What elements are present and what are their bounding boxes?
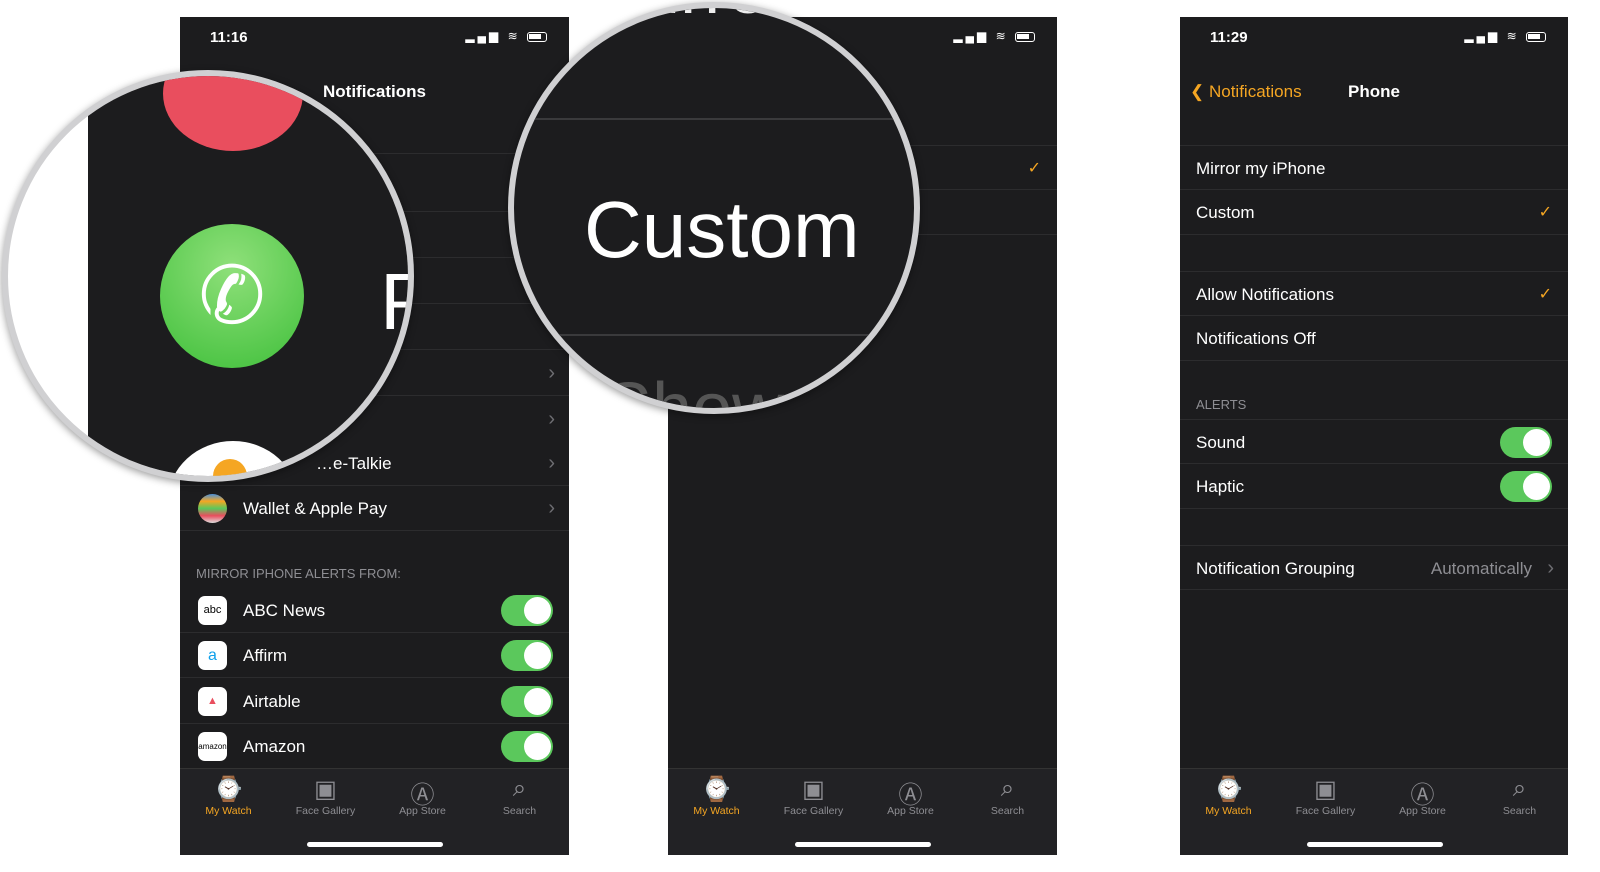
- magnified-show-text: Show: [604, 369, 785, 414]
- haptic-toggle[interactable]: [1500, 471, 1552, 502]
- walkie-talkie-label: …e-Talkie: [316, 454, 392, 473]
- page-title: Phone: [1348, 82, 1400, 101]
- watch-icon: ⌚: [213, 776, 244, 803]
- face-gallery-icon: ▣: [1314, 776, 1337, 803]
- haptic-row: Haptic: [1180, 464, 1568, 509]
- toggle[interactable]: [501, 686, 553, 717]
- phone-phone-screen: 11:29 ▂▄▆ ≋ ❮ Notifications Phone Mirror …: [1180, 17, 1568, 855]
- search-icon: ⌕: [1000, 775, 1015, 802]
- checkmark-icon: ✓: [1538, 286, 1552, 303]
- amazon-icon: amazon: [198, 732, 227, 761]
- tab-app-store[interactable]: Ⓐ App Store: [374, 775, 471, 817]
- option-allow-notifications[interactable]: Allow Notifications ✓: [1180, 271, 1568, 316]
- chevron-right-icon: ›: [548, 452, 555, 474]
- status-icons: ▂▄▆ ≋: [465, 29, 547, 43]
- toggle[interactable]: [501, 640, 553, 671]
- status-icons: ▂▄▆ ≋: [953, 29, 1035, 43]
- tab-my-watch[interactable]: ⌚ My Watch: [180, 775, 277, 817]
- face-gallery-icon: ▣: [802, 776, 825, 803]
- toggle[interactable]: [501, 595, 553, 626]
- affirm-icon: a: [198, 641, 227, 670]
- search-icon: ⌕: [512, 775, 527, 802]
- tab-search[interactable]: ⌕ Search: [959, 775, 1056, 817]
- wallet-icon: [198, 494, 227, 523]
- watch-icon: ⌚: [701, 776, 732, 803]
- tab-app-store[interactable]: Ⓐ App Store: [862, 775, 959, 817]
- sound-toggle[interactable]: [1500, 427, 1552, 458]
- tab-face-gallery[interactable]: ▣ Face Gallery: [765, 775, 862, 817]
- tab-face-gallery[interactable]: ▣ Face Gallery: [277, 775, 374, 817]
- face-gallery-icon: ▣: [314, 776, 337, 803]
- chevron-right-icon: ›: [1547, 557, 1554, 579]
- magnifier-custom: Mirror Custom Show: [508, 2, 920, 414]
- magnified-custom-text: Custom: [584, 185, 860, 274]
- status-time: 11:16: [210, 29, 248, 46]
- app-store-icon: Ⓐ: [898, 782, 923, 809]
- toggle[interactable]: [501, 731, 553, 762]
- back-button[interactable]: ❮ Notifications: [1190, 75, 1302, 109]
- magnified-mirror-text: Mirror: [604, 8, 792, 30]
- list-item-wallet[interactable]: Wallet & Apple Pay ›: [180, 486, 569, 531]
- app-row-amazon: amazon Amazon: [180, 724, 569, 769]
- magnifier-phone-icon: ✆ P: [2, 70, 414, 482]
- status-time: 11:29: [1210, 29, 1248, 46]
- section-header: ALERTS: [1196, 397, 1247, 412]
- airtable-icon: ▲: [198, 687, 227, 716]
- app-row-airtable: ▲ Airtable: [180, 679, 569, 724]
- option-custom[interactable]: Custom ✓: [1180, 190, 1568, 235]
- tab-face-gallery[interactable]: ▣ Face Gallery: [1277, 775, 1374, 817]
- section-header: MIRROR IPHONE ALERTS FROM:: [196, 566, 401, 581]
- sound-row: Sound: [1180, 419, 1568, 464]
- tab-search[interactable]: ⌕ Search: [471, 775, 568, 817]
- tab-app-store[interactable]: Ⓐ App Store: [1374, 775, 1471, 817]
- app-row-abc-news: abc ABC News: [180, 588, 569, 633]
- option-notifications-off[interactable]: Notifications Off: [1180, 316, 1568, 361]
- notification-grouping-row[interactable]: Notification Grouping Automatically ›: [1180, 545, 1568, 590]
- app-row-affirm: a Affirm: [180, 633, 569, 678]
- status-icons: ▂▄▆ ≋: [1464, 29, 1546, 43]
- home-indicator: [307, 842, 443, 847]
- home-indicator: [795, 842, 931, 847]
- tab-bar: ⌚ My Watch ▣ Face Gallery Ⓐ App Store ⌕ Sear…: [668, 768, 1057, 855]
- phone-icon: ✆: [160, 224, 304, 368]
- app-store-icon: Ⓐ: [410, 782, 435, 809]
- tab-my-watch[interactable]: ⌚ My Watch: [1180, 775, 1277, 817]
- tab-my-watch[interactable]: ⌚ My Watch: [668, 775, 765, 817]
- home-indicator: [1307, 842, 1443, 847]
- tab-bar: ⌚ My Watch ▣ Face Gallery Ⓐ App Store ⌕ Sear…: [180, 768, 569, 855]
- abc-news-icon: abc: [198, 596, 227, 625]
- checkmark-icon: ✓: [1538, 204, 1552, 221]
- tab-bar: ⌚ My Watch ▣ Face Gallery Ⓐ App Store ⌕ Sear…: [1180, 768, 1568, 855]
- nav-bar: ❮ Notifications Phone: [1180, 75, 1568, 109]
- option-mirror-iphone[interactable]: Mirror my iPhone: [1180, 145, 1568, 190]
- checkmark-icon: ✓: [1027, 160, 1041, 177]
- app-store-icon: Ⓐ: [1410, 782, 1435, 809]
- chevron-right-icon: ›: [548, 497, 555, 519]
- tab-search[interactable]: ⌕ Search: [1471, 775, 1568, 817]
- search-icon: ⌕: [1512, 775, 1527, 802]
- watch-icon: ⌚: [1213, 776, 1244, 803]
